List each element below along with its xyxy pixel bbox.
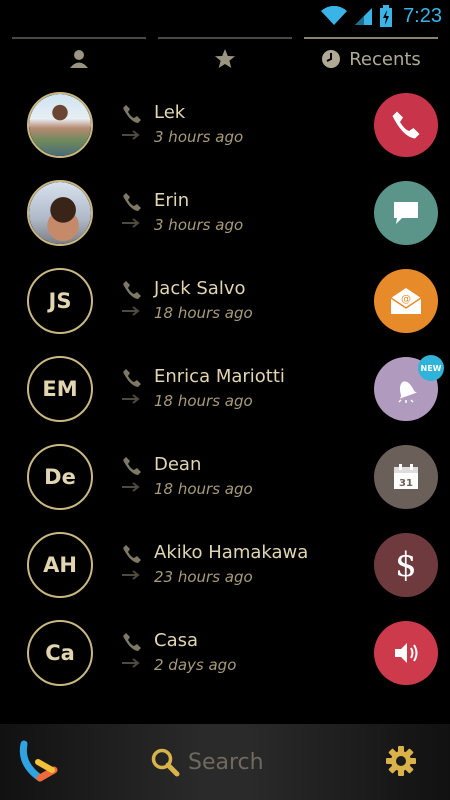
contact-photo <box>29 182 91 244</box>
outgoing-arrow-icon <box>122 218 140 228</box>
outgoing-arrow-icon <box>122 306 140 316</box>
tab-recents-label: Recents <box>349 48 421 70</box>
calendar-icon: 31 <box>394 464 418 489</box>
avatar[interactable]: JS <box>27 268 93 334</box>
tab-indicator <box>12 37 146 39</box>
call-time: 23 hours ago <box>154 568 253 586</box>
battery-charging-icon <box>380 5 393 27</box>
tab-indicator <box>158 37 292 39</box>
wifi-icon <box>321 6 348 25</box>
avatar[interactable]: De <box>27 444 93 510</box>
avatar[interactable]: Ca <box>27 620 93 686</box>
contact-name: Enrica Mariotti <box>154 366 285 387</box>
call-time: 18 hours ago <box>154 480 253 498</box>
avatar-initials: AH <box>43 553 77 577</box>
avatar[interactable] <box>27 92 93 158</box>
outgoing-arrow-icon <box>122 482 140 492</box>
tab-recents[interactable]: Recents <box>304 32 438 82</box>
sound-button[interactable] <box>374 621 438 685</box>
phone-icon <box>392 111 420 139</box>
phone-icon <box>123 105 141 123</box>
contact-name: Lek <box>154 102 186 123</box>
payment-button[interactable]: $ <box>374 533 438 597</box>
call-time: 3 hours ago <box>154 216 244 234</box>
list-item[interactable]: JS Jack Salvo 18 hours ago @ <box>0 258 450 346</box>
alarm-bell-icon <box>398 381 417 403</box>
list-item[interactable]: AH Akiko Hamakawa 23 hours ago $ <box>0 522 450 610</box>
status-icons: 7:23 <box>321 3 442 29</box>
outgoing-arrow-icon <box>122 570 140 580</box>
contact-name: Akiko Hamakawa <box>154 542 309 563</box>
dollar-icon: $ <box>395 545 417 585</box>
contact-photo <box>29 94 91 156</box>
calendar-button[interactable]: 31 <box>374 445 438 509</box>
gear-icon[interactable] <box>384 744 418 778</box>
message-button[interactable] <box>374 181 438 245</box>
phone-icon <box>123 545 141 563</box>
list-item[interactable]: Erin 3 hours ago <box>0 170 450 258</box>
tab-favorites[interactable] <box>158 32 292 82</box>
tab-bar: Recents <box>0 32 450 82</box>
signal-icon <box>355 8 373 25</box>
phone-icon <box>123 369 141 387</box>
svg-text:@: @ <box>401 294 411 305</box>
contact-name: Dean <box>154 454 202 475</box>
search-label: Search <box>188 749 264 775</box>
search-bar[interactable]: Search <box>150 744 264 780</box>
search-icon <box>151 748 180 777</box>
outgoing-arrow-icon <box>122 394 140 404</box>
person-icon <box>70 50 88 68</box>
status-bar: 7:23 <box>0 0 450 32</box>
new-badge: NEW <box>418 355 444 381</box>
avatar-initials: Ca <box>45 641 75 665</box>
phone-icon <box>123 457 141 475</box>
contact-name: Jack Salvo <box>154 278 246 299</box>
message-icon <box>394 202 418 224</box>
call-time: 18 hours ago <box>154 304 253 322</box>
phone-icon <box>123 281 141 299</box>
bottom-bar: Search <box>0 724 450 800</box>
speaker-icon <box>395 643 418 663</box>
star-icon <box>215 49 235 68</box>
contact-name: Casa <box>154 630 199 651</box>
avatar[interactable]: EM <box>27 356 93 422</box>
app-logo-icon[interactable] <box>18 740 60 782</box>
list-item[interactable]: Ca Casa 2 days ago <box>0 610 450 698</box>
call-time: 2 days ago <box>154 656 237 674</box>
email-icon: @ <box>390 288 422 314</box>
phone-icon <box>123 633 141 651</box>
list-item[interactable]: De Dean 18 hours ago 31 <box>0 434 450 522</box>
tab-indicator <box>304 37 438 39</box>
avatar-initials: JS <box>48 289 72 313</box>
calendar-day: 31 <box>399 478 413 489</box>
status-time: 7:23 <box>403 4 442 27</box>
phone-icon <box>123 193 141 211</box>
alarm-button[interactable]: NEW <box>374 355 444 421</box>
tab-contacts[interactable] <box>12 32 146 82</box>
call-time: 3 hours ago <box>154 128 244 146</box>
call-button[interactable] <box>374 93 438 157</box>
list-item[interactable]: EM Enrica Mariotti 18 hours ago NEW <box>0 346 450 434</box>
outgoing-arrow-icon <box>122 130 140 140</box>
avatar[interactable] <box>27 180 93 246</box>
call-time: 18 hours ago <box>154 392 253 410</box>
avatar-initials: EM <box>42 377 78 401</box>
list-item[interactable]: Lek 3 hours ago <box>0 82 450 170</box>
avatar-initials: De <box>44 465 76 489</box>
outgoing-arrow-icon <box>122 658 140 668</box>
avatar[interactable]: AH <box>27 532 93 598</box>
contact-name: Erin <box>154 190 190 211</box>
clock-icon <box>322 50 341 68</box>
email-button[interactable]: @ <box>374 269 438 333</box>
